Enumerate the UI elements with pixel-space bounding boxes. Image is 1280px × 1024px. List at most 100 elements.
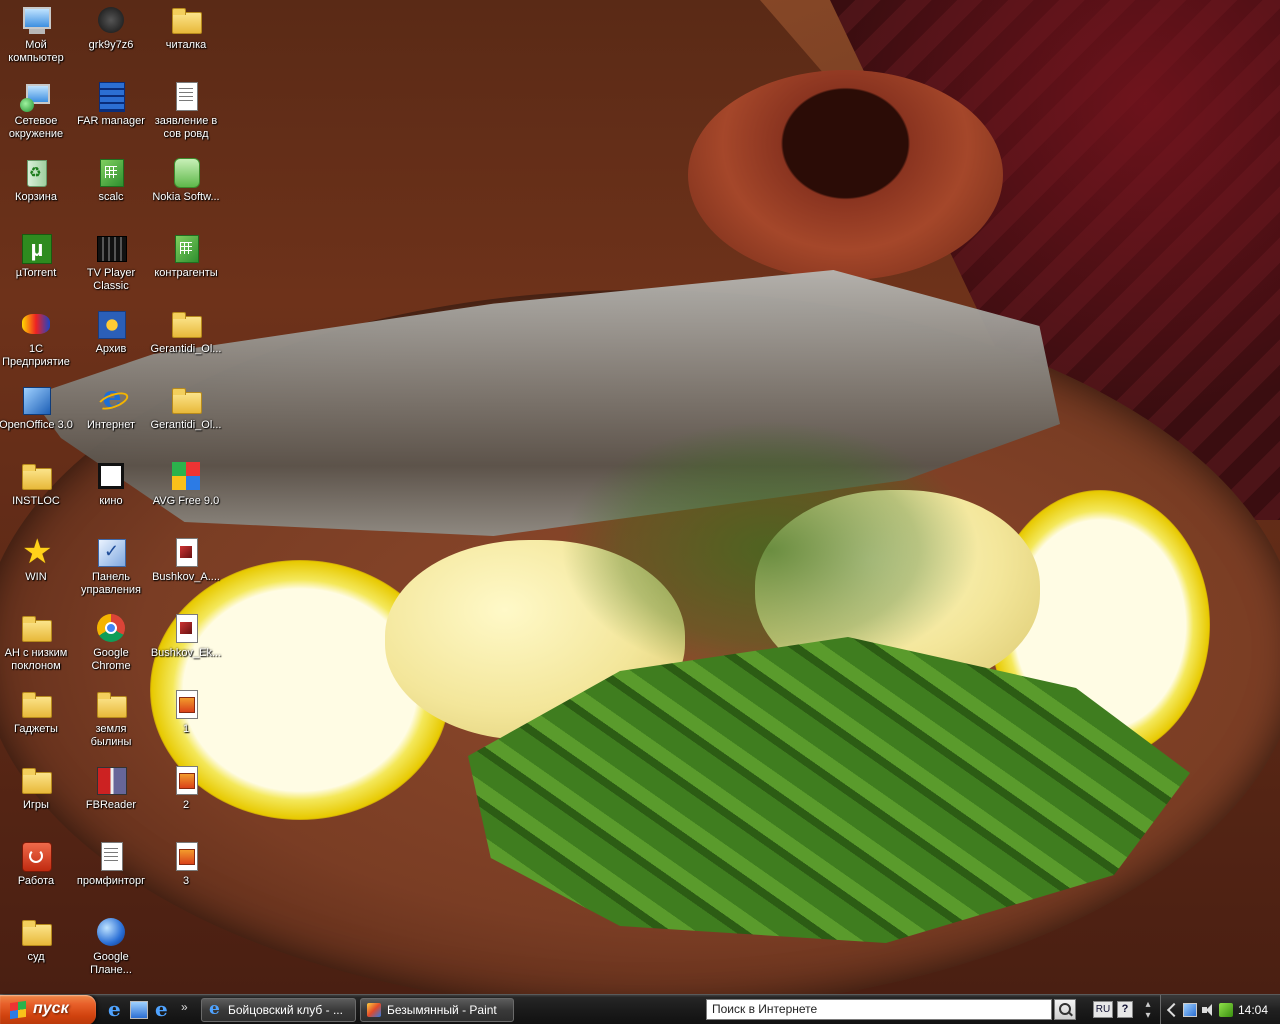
desktop-icon-bushkov-a[interactable]: Bushkov_A.... (148, 534, 224, 606)
desktop-icon-label: Интернет (87, 419, 135, 431)
far-manager-icon (95, 80, 127, 112)
volume-icon[interactable] (1201, 1003, 1215, 1017)
dark-app-icon (95, 4, 127, 36)
folder-icon (20, 612, 52, 644)
desktop-icon-zemlya[interactable]: земля былины (73, 686, 149, 758)
desktop-icon-avg[interactable]: AVG Free 9.0 (148, 458, 224, 530)
desktop-icon-label: 3 (182, 875, 190, 887)
desktop-icon-fbreader[interactable]: FBReader (73, 762, 149, 834)
desktop-icon-recycle-bin[interactable]: Корзина (0, 154, 74, 226)
desktop-icon-gerantidi-1[interactable]: Gerantidi_Ol... (148, 306, 224, 378)
desktop-icon-label: FBReader (85, 799, 137, 811)
desktop-icon-label: FAR manager (77, 115, 145, 127)
desktop-icon-archive[interactable]: Архив (73, 306, 149, 378)
quick-launch-show-desktop-icon[interactable] (130, 1001, 148, 1019)
taskbar-button-browser[interactable]: Бойцовский клуб - ... (201, 998, 356, 1022)
internet-explorer-icon (95, 384, 127, 416)
desktop-icon-image-3[interactable]: 3 (148, 838, 224, 910)
desktop-icon-chrome[interactable]: Google Chrome (73, 610, 149, 682)
pdf-document-icon (170, 612, 202, 644)
my-computer-icon (20, 4, 52, 36)
image-file-icon (170, 840, 202, 872)
power-icon (20, 840, 52, 872)
taskbar-button-paint[interactable]: Безымянный - Paint (360, 998, 514, 1022)
utorrent-icon (20, 232, 52, 264)
desktop-icon-sud[interactable]: суд (0, 914, 74, 986)
tv-player-icon (95, 232, 127, 264)
desktop-icon-bushkov-ek[interactable]: Bushkov_Ek... (148, 610, 224, 682)
network-places-icon (20, 80, 52, 112)
desktop: Мой компьютер Сетевое окружение Корзина … (0, 0, 1280, 994)
desktop-icon-internet[interactable]: Интернет (73, 382, 149, 454)
desktop-icon-scalc[interactable]: scalc (73, 154, 149, 226)
desktop-icon-label: AVG Free 9.0 (152, 495, 220, 507)
folder-icon (20, 688, 52, 720)
desktop-icon-label: Gerantidi_Ol... (150, 419, 222, 431)
desktop-icon-google-earth[interactable]: Google Плане... (73, 914, 149, 986)
desktop-icon-grk9y7z6[interactable]: grk9y7z6 (73, 2, 149, 74)
desktop-icon-image-1[interactable]: 1 (148, 686, 224, 758)
desktop-icon-label: WIN (25, 571, 47, 583)
desktop-icon-label: INSTLOC (12, 495, 60, 507)
language-indicator[interactable]: RU (1093, 1001, 1113, 1018)
toolbar-options-icon[interactable]: ▴ ▾ (1139, 999, 1157, 1021)
desktop-icon-my-computer[interactable]: Мой компьютер (0, 2, 74, 74)
desktop-icon-chitalka[interactable]: читалка (148, 2, 224, 74)
desktop-icon-label: grk9y7z6 (88, 39, 134, 51)
desktop-icon-tv-player[interactable]: TV Player Classic (73, 230, 149, 302)
desktop-icon-far-manager[interactable]: FAR manager (73, 78, 149, 150)
start-button[interactable]: пуск (0, 995, 96, 1024)
spreadsheet-icon (95, 156, 127, 188)
network-status-icon[interactable] (1183, 1003, 1197, 1017)
desktop-icon-instloc[interactable]: INSTLOC (0, 458, 74, 530)
show-hidden-icons-chevron-icon[interactable] (1166, 1003, 1180, 1017)
desktop-icon-label: контрагенты (154, 267, 218, 279)
desktop-icon-games[interactable]: Игры (0, 762, 74, 834)
folder-icon (170, 4, 202, 36)
desktop-icon-label: TV Player Classic (86, 267, 136, 292)
desktop-icon-label: промфинторг (76, 875, 146, 887)
desktop-icon-work[interactable]: Работа (0, 838, 74, 910)
nvidia-icon[interactable] (1219, 1003, 1233, 1017)
desktop-icon-label: µTorrent (15, 267, 57, 279)
document-icon (95, 840, 127, 872)
clock[interactable]: 14:04 (1238, 1003, 1268, 1017)
desktop-icon-nokia[interactable]: Nokia Softw... (148, 154, 224, 226)
desktop-icon-an-folder[interactable]: АН с низким поклоном (0, 610, 74, 682)
quick-launch-ie-icon[interactable] (106, 997, 124, 1021)
desktop-icon-openoffice[interactable]: OpenOffice 3.0 (0, 382, 74, 454)
desktop-icon-utorrent[interactable]: µTorrent (0, 230, 74, 302)
desktop-icon-promfintorg[interactable]: промфинторг (73, 838, 149, 910)
help-icon[interactable]: ? (1117, 1001, 1133, 1018)
search-button[interactable] (1054, 999, 1076, 1020)
desktop-icon-label: суд (27, 951, 45, 963)
windows-logo-icon (10, 1000, 26, 1020)
desktop-icon-kino[interactable]: кино (73, 458, 149, 530)
desktop-icon-label: Gerantidi_Ol... (150, 343, 222, 355)
desktop-icon-1c[interactable]: 1С Предприятие (0, 306, 74, 378)
taskbar-button-label: Безымянный - Paint (387, 1003, 497, 1017)
desktop-icon-label: 2 (182, 799, 190, 811)
desktop-icon-label: Корзина (15, 191, 57, 203)
spreadsheet-icon (170, 232, 202, 264)
desktop-icon-kontragenty[interactable]: контрагенты (148, 230, 224, 302)
taskbar: пуск » Бойцовский клуб - ... Безымянный … (0, 994, 1280, 1024)
google-earth-icon (95, 916, 127, 948)
desktop-icon-label: заявление в сов ровд (154, 115, 218, 140)
desktop-icon-label: Гаджеты (14, 723, 58, 735)
desktop-icon-gadgets[interactable]: Гаджеты (0, 686, 74, 758)
openoffice-icon (20, 384, 52, 416)
desktop-icon-zayavlenie[interactable]: заявление в сов ровд (148, 78, 224, 150)
desktop-icon-network-places[interactable]: Сетевое окружение (0, 78, 74, 150)
desktop-icon-control-panel[interactable]: Панель управления (73, 534, 149, 606)
quick-launch-more-button[interactable]: » (181, 1000, 188, 1014)
quick-launch-browser-icon[interactable] (153, 997, 171, 1021)
desktop-icon-win[interactable]: WIN (0, 532, 74, 606)
desktop-icon-gerantidi-2[interactable]: Gerantidi_Ol... (148, 382, 224, 454)
search-input[interactable]: Поиск в Интернете (706, 999, 1052, 1020)
desktop-icon-label: Сетевое окружение (8, 115, 64, 140)
nokia-icon (170, 156, 202, 188)
desktop-icon-label: земля былины (90, 723, 132, 748)
folder-icon (170, 384, 202, 416)
desktop-icon-image-2[interactable]: 2 (148, 762, 224, 834)
